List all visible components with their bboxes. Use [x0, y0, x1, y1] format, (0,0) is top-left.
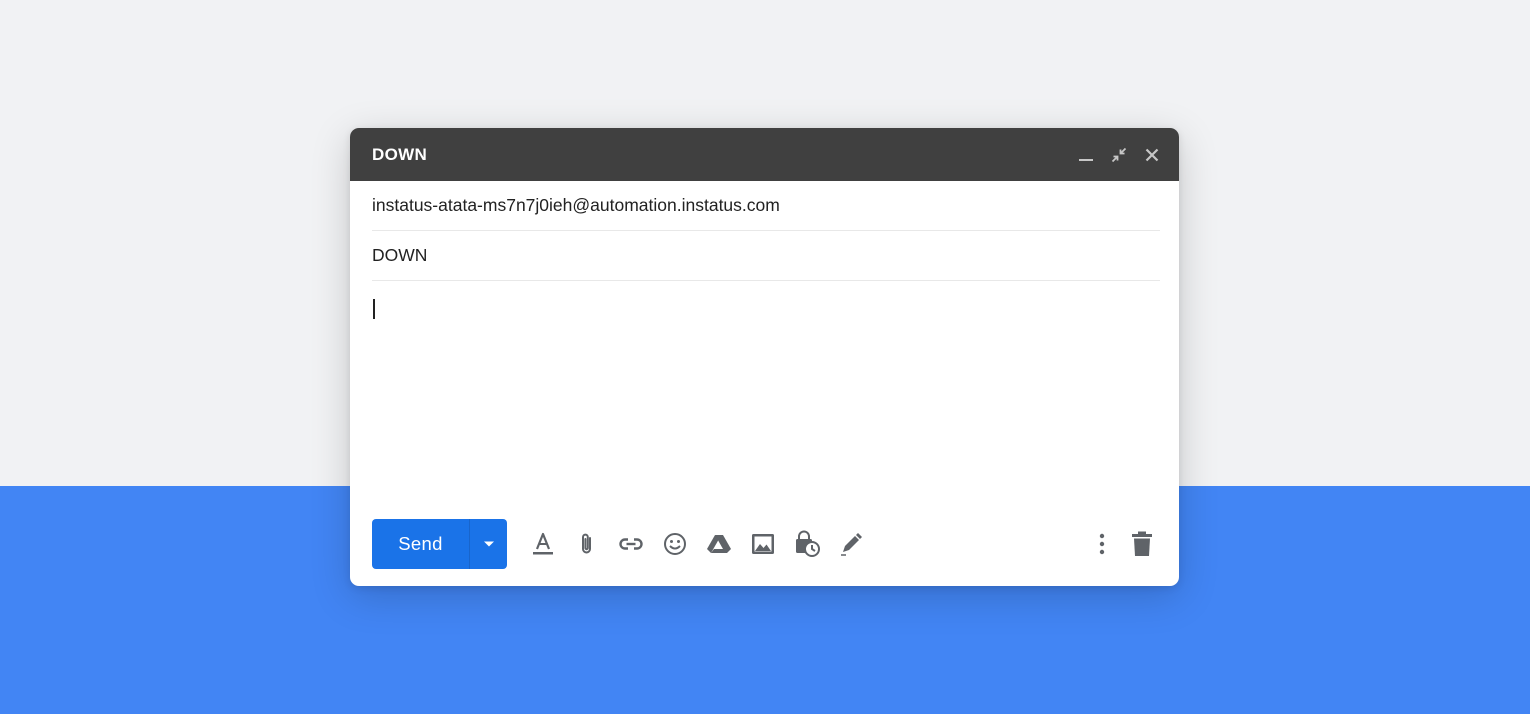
- minimize-icon[interactable]: [1075, 144, 1097, 166]
- close-icon[interactable]: [1141, 144, 1163, 166]
- photo-icon[interactable]: [747, 528, 779, 560]
- exit-fullscreen-icon[interactable]: [1108, 144, 1130, 166]
- signature-icon[interactable]: [835, 528, 867, 560]
- send-button[interactable]: Send: [372, 519, 469, 569]
- send-options-button[interactable]: [469, 519, 507, 569]
- subject-field[interactable]: DOWN: [372, 231, 1160, 281]
- chevron-down-icon: [483, 541, 494, 547]
- text-caret: [373, 299, 375, 319]
- formatting-icon[interactable]: [527, 528, 559, 560]
- compose-title: DOWN: [372, 144, 428, 164]
- compose-titlebar[interactable]: DOWN: [350, 128, 1179, 181]
- confidential-mode-icon[interactable]: [791, 528, 823, 560]
- emoji-icon[interactable]: [659, 528, 691, 560]
- to-field[interactable]: instatus-atata-ms7n7j0ieh@automation.ins…: [372, 181, 1160, 231]
- compose-window: DOWN instatus-atata-ms7n7j0ieh@automatio…: [350, 128, 1179, 586]
- link-icon[interactable]: [615, 528, 647, 560]
- more-options-icon[interactable]: [1086, 528, 1118, 560]
- trash-icon[interactable]: [1126, 528, 1158, 560]
- send-button-group: Send: [372, 519, 507, 569]
- message-body[interactable]: [372, 281, 1160, 491]
- attach-icon[interactable]: [571, 528, 603, 560]
- compose-toolbar: Send: [372, 519, 1158, 569]
- drive-icon[interactable]: [703, 528, 735, 560]
